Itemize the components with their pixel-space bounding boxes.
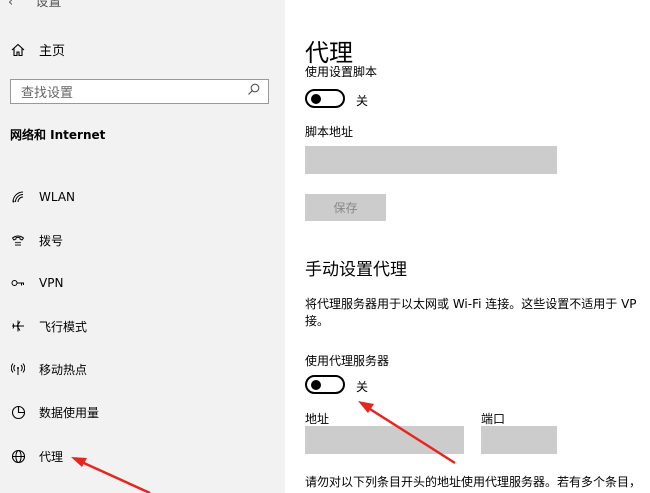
- save-button[interactable]: 保存: [305, 194, 386, 221]
- description-line: 将代理服务器用于以太网或 Wi-Fi 连接。这些设置不适用于 VP: [305, 297, 637, 311]
- window-title-bar: ‹ 设置: [8, 0, 61, 10]
- sidebar-item-label: WLAN: [39, 190, 76, 204]
- port-field[interactable]: [481, 426, 557, 454]
- airplane-icon: [10, 318, 26, 334]
- description-line: 接。: [305, 314, 330, 328]
- manual-proxy-heading: 手动设置代理: [305, 260, 407, 280]
- script-address-label: 脚本地址: [305, 125, 354, 139]
- port-label: 端口: [481, 412, 506, 426]
- back-icon[interactable]: ‹: [8, 0, 13, 10]
- script-toggle-state: 关: [356, 94, 369, 108]
- sidebar-item-label: 数据使用量: [39, 405, 100, 420]
- sidebar-item-airplane[interactable]: 飞行模式: [10, 316, 87, 336]
- sidebar-item-label: VPN: [39, 276, 64, 290]
- address-field[interactable]: [305, 426, 464, 454]
- page-title: 代理: [305, 39, 353, 67]
- toggle-knob: [311, 94, 321, 104]
- dialup-icon: [10, 232, 26, 248]
- sidebar-item-label: 代理: [39, 449, 64, 464]
- search-placeholder: 查找设置: [21, 86, 74, 101]
- address-label: 地址: [305, 412, 330, 426]
- sidebar-item-label: 拨号: [39, 233, 64, 248]
- sidebar-item-label: 飞行模式: [39, 319, 88, 334]
- sidebar-item-label: 移动热点: [39, 362, 88, 377]
- proxy-toggle-state: 关: [356, 380, 369, 394]
- sidebar-item-vpn[interactable]: VPN: [10, 273, 63, 293]
- script-address-field[interactable]: [305, 146, 557, 174]
- main-panel: 代理 使用设置脚本 关 脚本地址 保存 手动设置代理 将代理服务器用于以太网或 …: [285, 0, 650, 493]
- exceptions-description: 请勿对以下列条目开头的地址使用代理服务器。若有多个条目，: [305, 475, 642, 489]
- sidebar-item-data-usage[interactable]: 数据使用量: [10, 402, 99, 422]
- toggle-knob: [311, 380, 321, 390]
- manual-proxy-description: 将代理服务器用于以太网或 Wi-Fi 连接。这些设置不适用于 VP 接。: [305, 296, 650, 330]
- sidebar: ‹ 设置 主页 查找设置 网络和 Internet WLAN 拨号 VPN 飞行…: [0, 0, 285, 493]
- wifi-icon: [10, 189, 26, 205]
- search-icon[interactable]: [247, 83, 260, 100]
- sidebar-item-hotspot[interactable]: 移动热点: [10, 359, 87, 379]
- home-label: 主页: [39, 44, 66, 59]
- script-toggle[interactable]: [305, 89, 345, 108]
- hotspot-icon: [10, 361, 26, 377]
- vpn-icon: [10, 275, 26, 291]
- home-icon: [10, 42, 26, 58]
- sidebar-item-wlan[interactable]: WLAN: [10, 187, 75, 207]
- window-title: 设置: [35, 0, 62, 10]
- data-usage-icon: [10, 404, 26, 420]
- script-toggle-label: 使用设置脚本: [305, 65, 378, 77]
- globe-icon: [10, 448, 26, 464]
- search-input[interactable]: 查找设置: [10, 79, 269, 104]
- sidebar-item-dialup[interactable]: 拨号: [10, 230, 63, 250]
- use-proxy-label: 使用代理服务器: [305, 354, 390, 368]
- sidebar-item-proxy[interactable]: 代理: [10, 446, 63, 466]
- proxy-toggle[interactable]: [305, 375, 345, 394]
- sidebar-item-home[interactable]: 主页: [10, 40, 65, 59]
- section-title: 网络和 Internet: [10, 128, 106, 142]
